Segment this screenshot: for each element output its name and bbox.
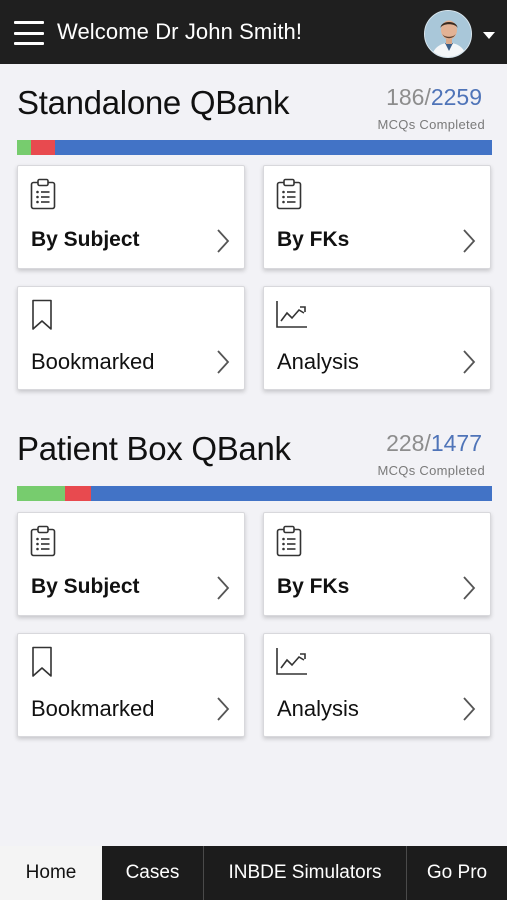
- clipboard-list-icon: [30, 525, 56, 557]
- tab-go-pro[interactable]: Go Pro: [407, 846, 507, 900]
- card-label: Analysis: [277, 696, 359, 721]
- caret-down-icon[interactable]: [483, 32, 495, 39]
- mcq-count: 228/1477: [386, 430, 482, 457]
- progress-bar: [17, 140, 492, 155]
- analysis-card[interactable]: Analysis: [263, 286, 491, 390]
- by-subject-card[interactable]: By Subject: [17, 165, 245, 269]
- completed-count: 186: [386, 84, 425, 110]
- by-fks-card[interactable]: By FKs: [263, 512, 491, 616]
- section-title: Standalone QBank: [17, 84, 290, 121]
- bookmarked-card[interactable]: Bookmarked: [17, 633, 245, 737]
- total-count: 1477: [430, 430, 482, 456]
- chevron-right-icon: [463, 697, 476, 721]
- card-label: Bookmarked: [31, 349, 155, 374]
- tab-home[interactable]: Home: [0, 846, 102, 900]
- bookmark-icon: [32, 646, 52, 677]
- progress-correct-segment: [17, 140, 32, 155]
- progress-remaining-segment: [55, 140, 492, 155]
- progress-incorrect-segment: [31, 140, 55, 155]
- progress-remaining-segment: [90, 486, 492, 501]
- card-label: By Subject: [31, 575, 140, 598]
- card-label: By FKs: [277, 575, 350, 598]
- user-avatar[interactable]: [424, 10, 472, 58]
- clipboard-list-icon: [276, 178, 302, 210]
- tab-cases[interactable]: Cases: [102, 846, 204, 900]
- analysis-card[interactable]: Analysis: [263, 633, 491, 737]
- card-label: Bookmarked: [31, 696, 155, 721]
- welcome-text: Welcome Dr John Smith!: [57, 19, 303, 44]
- chevron-right-icon: [217, 697, 230, 721]
- bookmarked-card[interactable]: Bookmarked: [17, 286, 245, 390]
- mcq-count: 186/2259: [386, 84, 482, 111]
- section-title: Patient Box QBank: [17, 430, 291, 467]
- mcqs-completed-label: MCQs Completed: [377, 463, 485, 478]
- by-fks-card[interactable]: By FKs: [263, 165, 491, 269]
- progress-incorrect-segment: [64, 486, 91, 501]
- card-label: By FKs: [277, 228, 350, 251]
- tab-inbde-simulators[interactable]: INBDE Simulators: [204, 846, 407, 900]
- bookmark-icon: [32, 299, 52, 330]
- chevron-right-icon: [463, 229, 476, 253]
- chevron-right-icon: [463, 576, 476, 600]
- progress-bar: [17, 486, 492, 501]
- top-bar: Welcome Dr John Smith!: [0, 0, 507, 64]
- clipboard-list-icon: [30, 178, 56, 210]
- mcqs-completed-label: MCQs Completed: [377, 117, 485, 132]
- clipboard-list-icon: [276, 525, 302, 557]
- total-count: 2259: [430, 84, 482, 110]
- card-label: Analysis: [277, 349, 359, 374]
- trend-chart-icon: [276, 301, 307, 328]
- bottom-nav: Home Cases INBDE Simulators Go Pro: [0, 846, 507, 900]
- chevron-right-icon: [217, 229, 230, 253]
- chevron-right-icon: [463, 350, 476, 374]
- progress-correct-segment: [17, 486, 65, 501]
- trend-chart-icon: [276, 648, 307, 675]
- chevron-right-icon: [217, 350, 230, 374]
- hamburger-menu-icon[interactable]: [14, 21, 44, 45]
- completed-count: 228: [386, 430, 425, 456]
- by-subject-card[interactable]: By Subject: [17, 512, 245, 616]
- card-label: By Subject: [31, 228, 140, 251]
- chevron-right-icon: [217, 576, 230, 600]
